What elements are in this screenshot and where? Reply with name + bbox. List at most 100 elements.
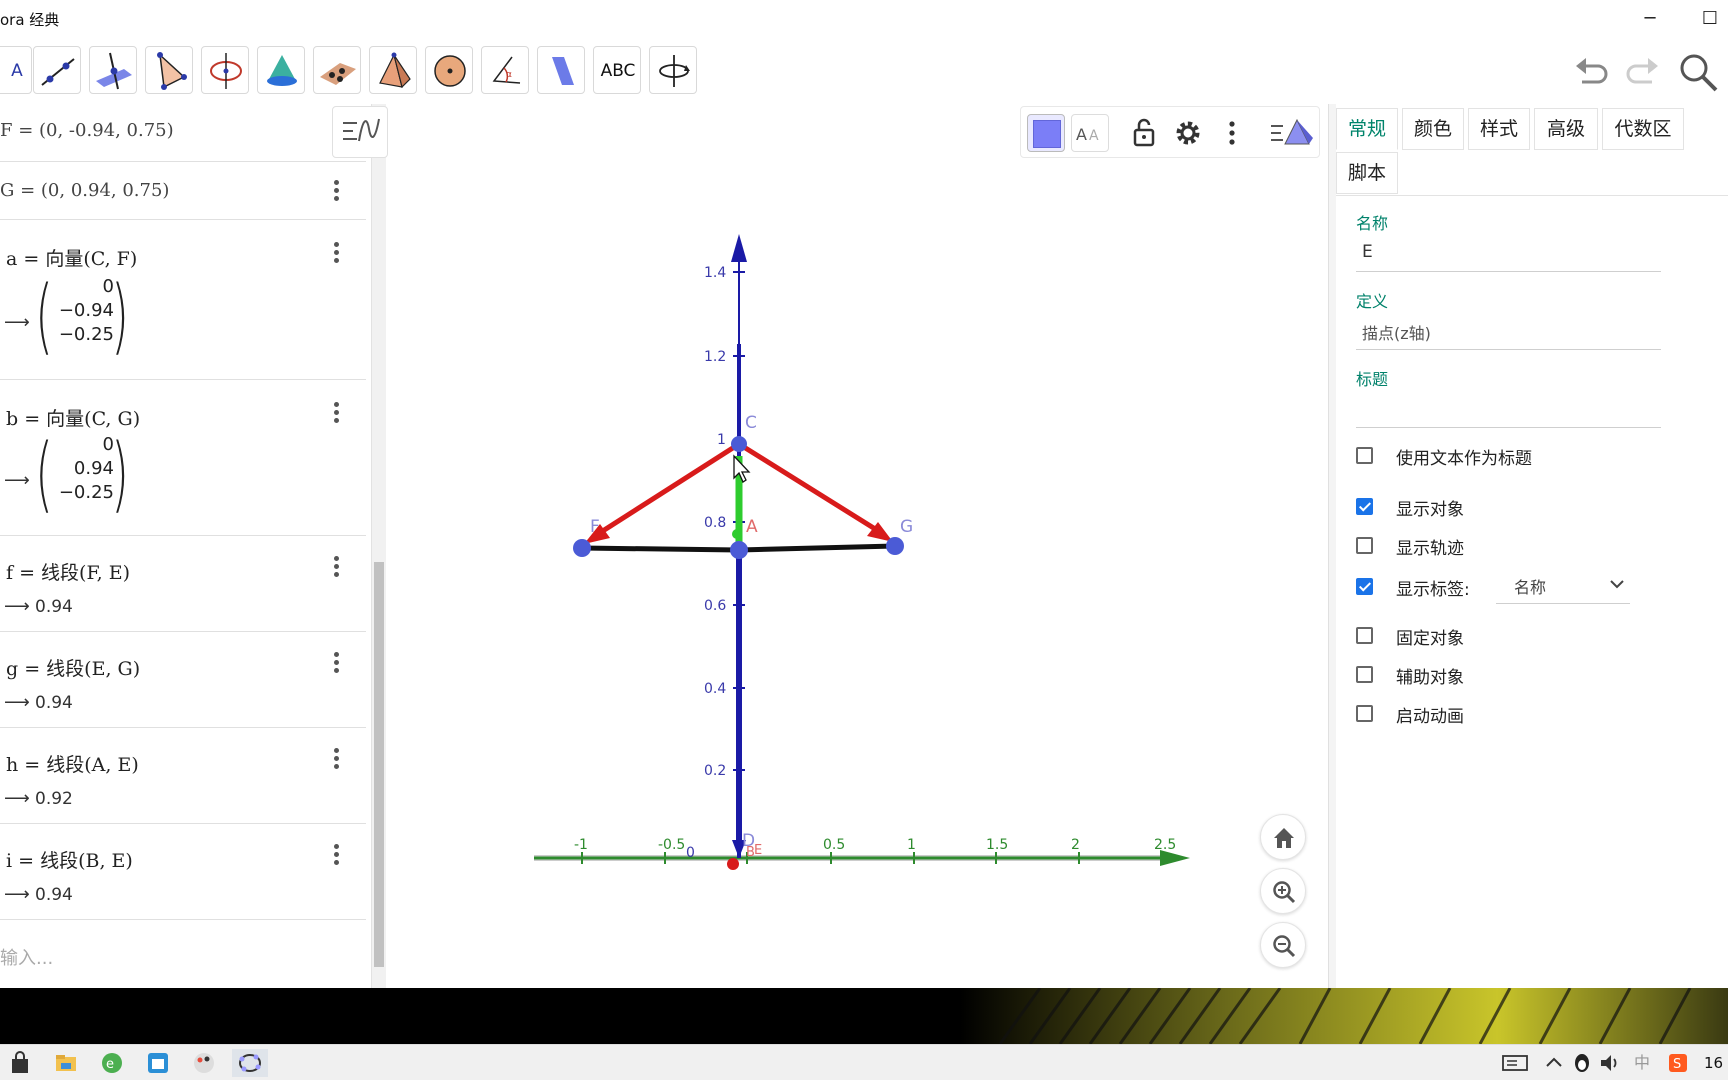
app-button[interactable]	[144, 1049, 172, 1077]
color-swatch-button[interactable]	[1027, 114, 1065, 152]
name-field[interactable]: E	[1356, 234, 1661, 272]
label-style-button[interactable]: AA	[1071, 114, 1109, 152]
caption-field[interactable]	[1356, 390, 1661, 428]
move-tool-button[interactable]: A	[0, 46, 32, 94]
view-splitter[interactable]	[1328, 104, 1336, 988]
angle-tool-button[interactable]: α	[481, 46, 529, 94]
show-object-checkbox[interactable]	[1356, 498, 1373, 515]
rotate-view-tool-button[interactable]	[649, 46, 697, 94]
tab-basic[interactable]: 常规	[1336, 108, 1398, 150]
algebra-row[interactable]: h = 线段(A, E) ⟶ 0.92	[0, 728, 366, 824]
tray-volume-button[interactable]	[1596, 1049, 1624, 1077]
more-menu-icon[interactable]	[332, 556, 340, 580]
geogebra-app-button[interactable]	[232, 1049, 268, 1077]
tab-style[interactable]: 样式	[1468, 108, 1530, 150]
gear-icon	[1176, 121, 1200, 145]
vector-component: −0.25	[58, 324, 114, 345]
more-menu-icon[interactable]	[332, 242, 340, 266]
algebra-row[interactable]: i = 线段(B, E) ⟶ 0.94	[0, 824, 366, 920]
definition-field[interactable]: 描点(z轴)	[1356, 312, 1661, 350]
point-e	[730, 541, 748, 559]
lock-button[interactable]	[1125, 114, 1163, 152]
reflect-plane-icon	[552, 57, 574, 85]
more-menu-icon[interactable]	[332, 652, 340, 676]
tab-algebra[interactable]: 代数区	[1602, 108, 1684, 150]
folder-icon	[56, 1055, 76, 1071]
algebra-row[interactable]: g = 线段(E, G) ⟶ 0.94	[0, 632, 366, 728]
home-button[interactable]	[1260, 814, 1306, 860]
tray-keyboard-button[interactable]	[1500, 1049, 1530, 1077]
zoom-out-button[interactable]	[1260, 922, 1306, 968]
home-icon	[1274, 828, 1294, 848]
intersect-surfaces-tool-button[interactable]	[257, 46, 305, 94]
z-tick-label: 0.8	[704, 515, 726, 531]
app-icon	[148, 1053, 168, 1073]
circle-axis-tool-button[interactable]	[201, 46, 249, 94]
line-tool-button[interactable]	[33, 46, 81, 94]
more-options-button[interactable]	[1213, 114, 1251, 152]
svg-text:A: A	[1089, 128, 1099, 144]
zoom-in-button[interactable]	[1260, 868, 1306, 914]
tray-sogou-button[interactable]: S	[1664, 1049, 1692, 1077]
settings-button[interactable]	[1169, 114, 1207, 152]
more-menu-icon[interactable]	[332, 180, 340, 204]
ime-indicator[interactable]: 中	[1628, 1049, 1656, 1077]
undo-icon	[1576, 58, 1608, 84]
wallpaper-stripes-image	[960, 988, 1728, 1044]
auxiliary-object-checkbox[interactable]	[1356, 666, 1373, 683]
more-menu-icon[interactable]	[332, 748, 340, 772]
use-text-as-caption-checkbox[interactable]	[1356, 447, 1373, 464]
undo-button[interactable]	[1572, 52, 1612, 92]
text-tool-button[interactable]: ABC	[593, 46, 641, 94]
show-trace-checkbox[interactable]	[1356, 537, 1373, 554]
file-explorer-button[interactable]	[52, 1049, 80, 1077]
algebra-input[interactable]: 输入...	[0, 926, 366, 986]
maximize-button[interactable]: ☐	[1690, 4, 1728, 34]
result-arrow: ⟶	[4, 596, 30, 617]
label-mode-select[interactable]: 名称	[1496, 564, 1630, 604]
algebra-row[interactable]: F = (0, -0.94, 0.75)	[0, 104, 366, 162]
tab-color[interactable]: 颜色	[1402, 108, 1464, 150]
result-arrow: ⟶	[4, 884, 30, 905]
more-menu-icon[interactable]	[332, 844, 340, 868]
browser-button[interactable]: e	[98, 1049, 126, 1077]
minimize-button[interactable]: ─	[1630, 4, 1670, 34]
store-app-button[interactable]	[6, 1049, 34, 1077]
algebra-row[interactable]: G = (0, 0.94, 0.75)	[0, 162, 366, 220]
algebra-row[interactable]: a = 向量(C, F) ⟶ ( ) 0 −0.94 −0.25	[0, 220, 366, 380]
search-button[interactable]	[1676, 50, 1720, 94]
redo-button[interactable]	[1622, 52, 1662, 92]
algebra-style-toggle[interactable]	[332, 106, 388, 158]
perpendicular-plane-icon	[96, 52, 132, 90]
sphere-tool-button[interactable]	[425, 46, 473, 94]
result-arrow: ⟶	[4, 692, 30, 713]
news-icon	[1502, 1055, 1528, 1071]
more-menu-icon[interactable]	[332, 402, 340, 426]
svg-text:e: e	[106, 1057, 114, 1072]
algebra-row[interactable]: b = 向量(C, G) ⟶ ( ) 0 0.94 −0.25	[0, 380, 366, 536]
tab-advanced[interactable]: 高级	[1534, 108, 1598, 150]
polygon-tool-button[interactable]	[145, 46, 193, 94]
algebra-scroll-thumb[interactable]	[374, 562, 384, 967]
graphics-3d-canvas[interactable]: -1 -0.5 0.5 1 1.5 2 2.5 1.4 1.2 1 0.8 0.…	[396, 104, 1328, 988]
tray-qq-button[interactable]	[1568, 1049, 1596, 1077]
reflect-tool-button[interactable]	[537, 46, 585, 94]
rotate-view-icon	[659, 55, 690, 87]
z-tick-label: 0.2	[704, 763, 726, 779]
tab-scripting[interactable]: 脚本	[1336, 152, 1398, 194]
fix-object-checkbox[interactable]	[1356, 627, 1373, 644]
clock[interactable]: 16	[1704, 1049, 1728, 1077]
algebra-row[interactable]: f = 线段(F, E) ⟶ 0.94	[0, 536, 366, 632]
pyramid-tool-button[interactable]	[369, 46, 417, 94]
video-overlay-band	[0, 988, 1728, 1044]
palette-icon	[194, 1053, 214, 1073]
plane-tool-button[interactable]	[313, 46, 361, 94]
graphics-3d-view[interactable]: -1 -0.5 0.5 1 1.5 2 2.5 1.4 1.2 1 0.8 0.…	[396, 104, 1328, 988]
fix-object-label: 固定对象	[1396, 629, 1464, 649]
view-menu-button[interactable]	[1269, 114, 1313, 152]
perpendicular-tool-button[interactable]	[89, 46, 137, 94]
show-label-checkbox[interactable]	[1356, 578, 1373, 595]
animation-on-checkbox[interactable]	[1356, 705, 1373, 722]
tray-expand-button[interactable]	[1540, 1049, 1568, 1077]
paint-app-button[interactable]	[190, 1049, 218, 1077]
